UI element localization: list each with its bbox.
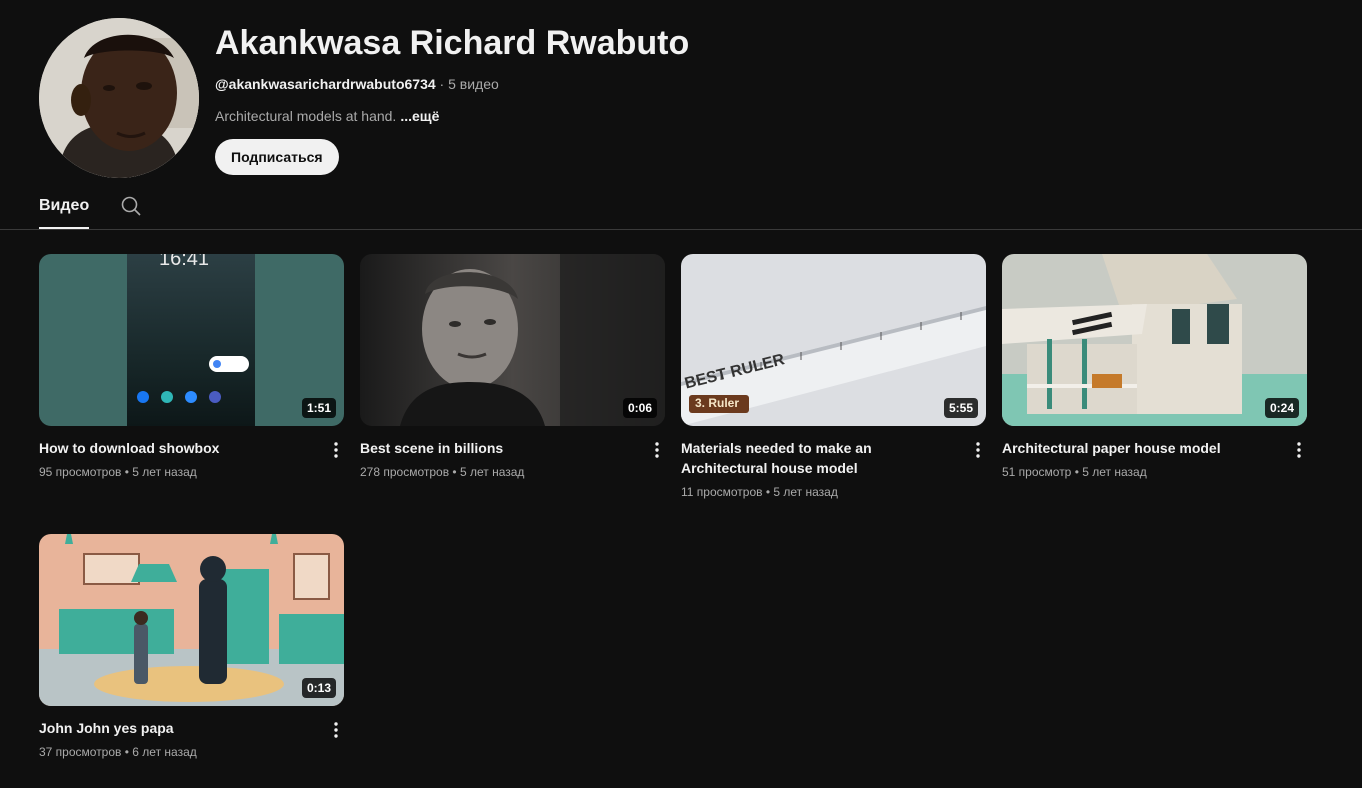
stat-separator: • bbox=[762, 485, 774, 499]
channel-tabs: Видео bbox=[0, 182, 1362, 230]
clock-text: 16:41 bbox=[159, 254, 210, 270]
video-card[interactable]: 0:13 John John yes papa 37 просмотров • … bbox=[39, 534, 344, 761]
video-duration: 5:55 bbox=[943, 398, 978, 418]
view-count: 37 просмотров bbox=[39, 745, 122, 759]
ruler-tag: 3. Ruler bbox=[695, 396, 740, 410]
video-card[interactable]: 16:41 1:51 How to download showbox 95 пр… bbox=[39, 254, 344, 481]
channel-info: Akankwasa Richard Rwabuto @akankwasarich… bbox=[215, 18, 689, 175]
video-stats: 95 просмотров • 5 лет назад bbox=[39, 463, 312, 481]
video-details: Best scene in billions 278 просмотров • … bbox=[360, 438, 665, 481]
more-vert-icon[interactable] bbox=[328, 720, 344, 740]
stat-separator: • bbox=[449, 465, 460, 479]
video-stats: 11 просмотров • 5 лет назад bbox=[681, 483, 954, 501]
upload-age: 5 лет назад bbox=[459, 465, 525, 479]
video-title[interactable]: Best scene in billions bbox=[360, 438, 633, 458]
video-count: 5 видео bbox=[448, 76, 499, 92]
more-link[interactable]: ...ещё bbox=[400, 108, 439, 124]
upload-age: 5 лет назад bbox=[1082, 465, 1147, 479]
more-vert-icon[interactable] bbox=[1291, 440, 1307, 460]
meta-separator: · bbox=[435, 76, 449, 92]
stat-separator: • bbox=[121, 745, 133, 759]
subscribe-button[interactable]: Подписаться bbox=[215, 139, 339, 175]
upload-age: 5 лет назад bbox=[773, 485, 838, 499]
video-duration: 0:06 bbox=[622, 398, 657, 418]
channel-handle[interactable]: @akankwasarichardrwabuto6734 bbox=[215, 76, 436, 92]
video-details: John John yes papa 37 просмотров • 6 лет… bbox=[39, 718, 344, 761]
view-count: 51 просмотр bbox=[1002, 465, 1072, 479]
video-duration: 0:13 bbox=[301, 678, 336, 698]
video-thumbnail[interactable]: 0:24 bbox=[1002, 254, 1307, 426]
description-text: Architectural models at hand. bbox=[215, 108, 397, 124]
video-title[interactable]: Materials needed to make an Architectura… bbox=[681, 438, 954, 478]
tab-videos[interactable]: Видео bbox=[39, 182, 90, 229]
video-thumbnail[interactable]: 16:41 1:51 bbox=[39, 254, 344, 426]
channel-header: Akankwasa Richard Rwabuto @akankwasarich… bbox=[39, 18, 1329, 178]
video-stats: 37 просмотров • 6 лет назад bbox=[39, 743, 312, 761]
upload-age: 6 лет назад bbox=[132, 745, 197, 759]
video-card[interactable]: BEST RULER 3. Ruler 5:55 Materials neede… bbox=[681, 254, 986, 501]
channel-name: Akankwasa Richard Rwabuto bbox=[215, 24, 690, 62]
video-details: Architectural paper house model 51 просм… bbox=[1002, 438, 1307, 481]
upload-age: 5 лет назад bbox=[132, 465, 197, 479]
video-details: How to download showbox 95 просмотров • … bbox=[39, 438, 344, 481]
view-count: 95 просмотров bbox=[39, 465, 122, 479]
video-title[interactable]: John John yes papa bbox=[39, 718, 312, 738]
video-duration: 1:51 bbox=[301, 398, 336, 418]
video-stats: 278 просмотров • 5 лет назад bbox=[360, 463, 633, 481]
video-title[interactable]: Architectural paper house model bbox=[1002, 438, 1275, 458]
stat-separator: • bbox=[121, 465, 133, 479]
channel-description[interactable]: Architectural models at hand. ...ещё bbox=[215, 106, 689, 126]
video-stats: 51 просмотр • 5 лет назад bbox=[1002, 463, 1275, 481]
more-vert-icon[interactable] bbox=[328, 440, 344, 460]
channel-meta: @akankwasarichardrwabuto6734 · 5 видео bbox=[215, 74, 689, 94]
view-count: 278 просмотров bbox=[360, 465, 450, 479]
video-title[interactable]: How to download showbox bbox=[39, 438, 312, 458]
video-card[interactable]: 0:06 Best scene in billions 278 просмотр… bbox=[360, 254, 665, 481]
search-icon[interactable] bbox=[119, 194, 143, 218]
video-thumbnail[interactable]: BEST RULER 3. Ruler 5:55 bbox=[681, 254, 986, 426]
video-details: Materials needed to make an Architectura… bbox=[681, 438, 986, 501]
video-thumbnail[interactable]: 0:06 bbox=[360, 254, 665, 426]
video-thumbnail[interactable]: 0:13 bbox=[39, 534, 344, 706]
channel-avatar[interactable] bbox=[39, 18, 199, 178]
video-duration: 0:24 bbox=[1264, 398, 1299, 418]
view-count: 11 просмотров bbox=[681, 485, 763, 499]
stat-separator: • bbox=[1071, 465, 1083, 479]
more-vert-icon[interactable] bbox=[970, 440, 986, 460]
video-card[interactable]: 0:24 Architectural paper house model 51 … bbox=[1002, 254, 1307, 481]
more-vert-icon[interactable] bbox=[649, 440, 665, 460]
